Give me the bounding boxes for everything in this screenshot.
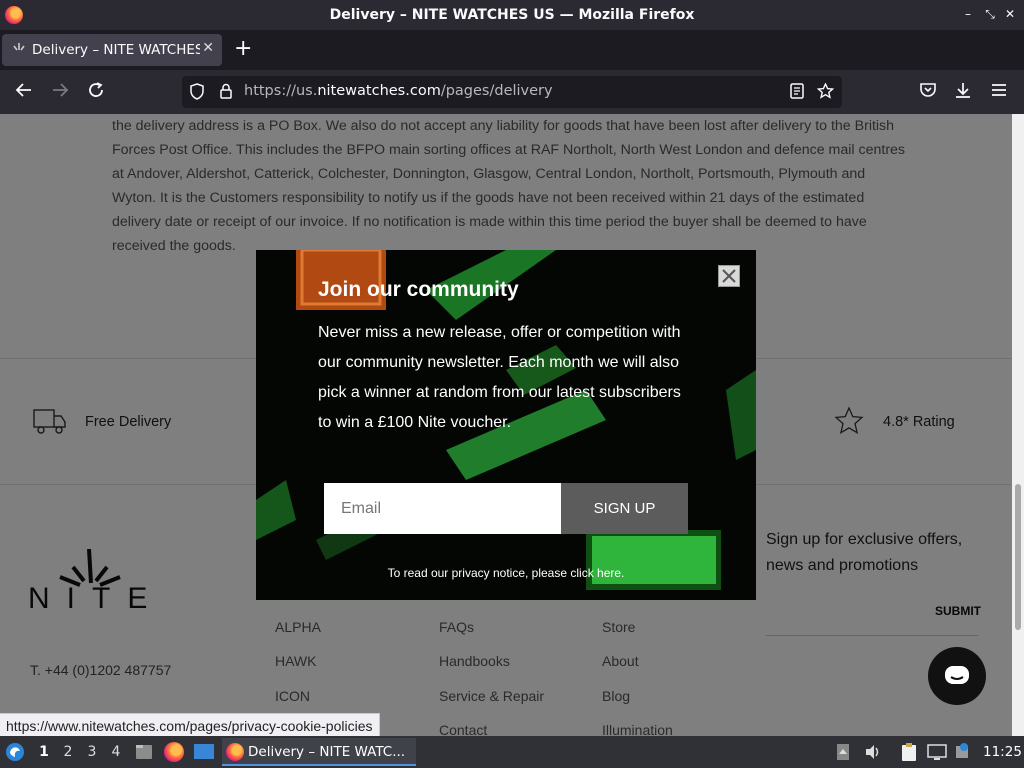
tab-delivery[interactable]: Delivery – NITE WATCHES US ✕: [2, 34, 222, 66]
sign-up-button[interactable]: SIGN UP: [561, 483, 688, 534]
window-titlebar: Delivery – NITE WATCHES US — Mozilla Fir…: [0, 0, 1024, 30]
close-icon: [722, 269, 736, 283]
firefox-launcher-icon[interactable]: [164, 742, 184, 762]
clock[interactable]: 11:25: [983, 744, 1022, 760]
modal-title: Join our community: [318, 278, 519, 301]
modal-close-button[interactable]: [718, 265, 740, 287]
scrollbar-thumb[interactable]: [1015, 484, 1021, 630]
downloads-icon[interactable]: [952, 81, 974, 103]
url-bar[interactable]: https://us.nitewatches.com/pages/deliver…: [182, 76, 842, 108]
nite-favicon-icon: [12, 43, 26, 56]
restore-button[interactable]: ⤡: [982, 7, 998, 22]
taskbar-firefox-window[interactable]: Delivery – NITE WATC...: [222, 738, 416, 766]
desktop-icon[interactable]: [193, 742, 215, 762]
firefox-icon: [226, 743, 244, 761]
minimize-button[interactable]: –: [960, 7, 976, 21]
taskbar: 1 2 3 4 Delivery – NITE WATC... 11:25: [0, 736, 1024, 768]
navigation-bar: https://us.nitewatches.com/pages/deliver…: [0, 70, 1024, 114]
bookmark-star-icon[interactable]: [816, 82, 835, 103]
tab-close-icon[interactable]: ✕: [202, 40, 214, 56]
back-button[interactable]: [13, 81, 35, 103]
new-tab-button[interactable]: +: [234, 38, 252, 60]
workspace-3[interactable]: 3: [84, 744, 100, 760]
file-manager-icon[interactable]: [134, 742, 154, 762]
tracking-shield-icon[interactable]: [190, 83, 204, 100]
volume-icon[interactable]: [864, 744, 882, 760]
workspace-1[interactable]: 1: [36, 744, 52, 760]
tab-label: Delivery – NITE WATCHES US: [32, 42, 200, 58]
task-label: Delivery – NITE WATC...: [248, 744, 406, 760]
page-scrollbar[interactable]: [1012, 114, 1024, 736]
forward-button[interactable]: [49, 81, 71, 103]
close-window-button[interactable]: ✕: [1002, 7, 1018, 21]
pocket-icon[interactable]: [917, 81, 939, 103]
privacy-notice-link[interactable]: To read our privacy notice, please click…: [256, 566, 756, 580]
chat-bubble-icon: [945, 666, 969, 684]
lock-icon[interactable]: [220, 83, 232, 99]
chat-widget-button[interactable]: [928, 647, 986, 705]
workspace-2[interactable]: 2: [60, 744, 76, 760]
workspace-4[interactable]: 4: [108, 744, 124, 760]
start-menu-icon[interactable]: [5, 742, 25, 762]
window-title: Delivery – NITE WATCHES US — Mozilla Fir…: [329, 7, 695, 23]
tray-arrow-icon[interactable]: [836, 743, 850, 761]
modal-body-text: Never miss a new release, offer or compe…: [318, 324, 681, 431]
email-input[interactable]: [324, 483, 561, 534]
reload-button[interactable]: [85, 81, 107, 103]
reader-view-icon[interactable]: [790, 83, 804, 103]
notification-icon[interactable]: [954, 742, 972, 760]
status-link-preview: https://www.nitewatches.com/pages/privac…: [0, 713, 380, 737]
url-text[interactable]: https://us.nitewatches.com/pages/deliver…: [244, 83, 553, 99]
tab-strip: Delivery – NITE WATCHES US ✕: [0, 30, 1024, 70]
clipboard-icon[interactable]: [900, 742, 918, 762]
newsletter-modal: Join our community Never miss a new rele…: [256, 250, 756, 600]
network-icon[interactable]: [927, 743, 947, 761]
menu-hamburger-icon[interactable]: [988, 81, 1010, 103]
